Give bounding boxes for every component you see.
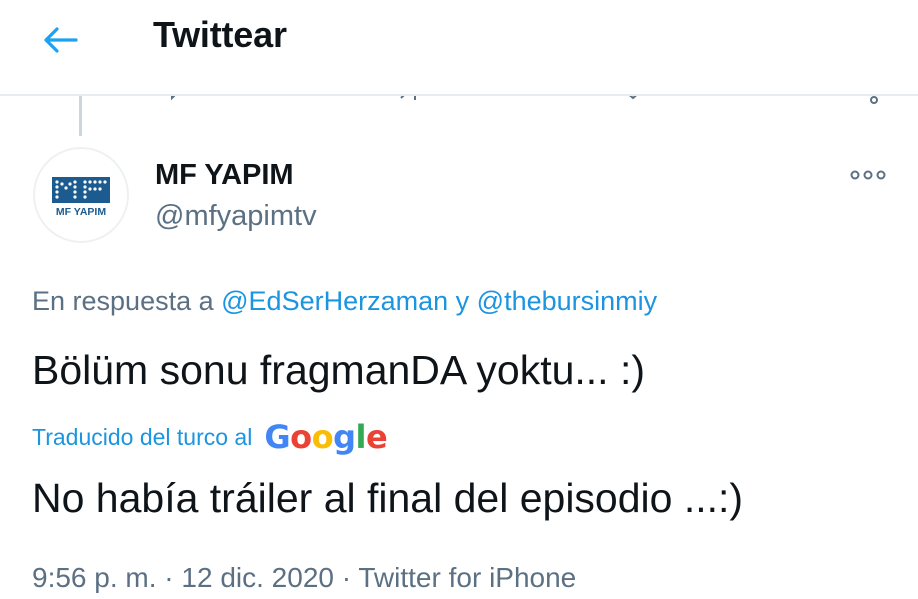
reply-prefix: En respuesta a — [32, 286, 214, 316]
meta-separator: · — [164, 562, 174, 593]
mention-link[interactable]: @thebursinmiy — [477, 286, 657, 316]
google-logo: Google — [264, 418, 387, 456]
translation-attribution: Traducido del turco al Google — [32, 417, 388, 457]
user-handle[interactable]: @mfyapimtv — [155, 200, 317, 233]
tweet-time[interactable]: 9:56 p. m. — [32, 562, 157, 593]
google-letter: g — [333, 418, 356, 456]
avatar[interactable]: MF YAPIM — [33, 147, 129, 243]
display-name[interactable]: MF YAPIM — [155, 159, 294, 192]
google-letter: G — [264, 418, 291, 456]
tweet-source-app[interactable]: Twitter for iPhone — [358, 562, 576, 593]
back-button[interactable] — [36, 20, 84, 60]
page-title: Twittear — [153, 14, 287, 55]
top-app-bar: Twittear — [0, 0, 918, 96]
translated-tweet-text: No había tráiler al final del episodio .… — [32, 475, 744, 521]
mention-link[interactable]: @EdSerHerzaman — [221, 286, 448, 316]
arrow-left-icon — [44, 27, 78, 53]
meta-separator: · — [341, 562, 352, 593]
google-letter: e — [365, 418, 388, 456]
google-letter: o — [311, 418, 334, 456]
more-options-button[interactable] — [848, 163, 888, 187]
svg-text:MF YAPIM: MF YAPIM — [56, 206, 106, 218]
mention-joiner: y — [455, 286, 470, 316]
tweet-date[interactable]: 12 dic. 2020 — [181, 562, 334, 593]
google-letter: l — [355, 418, 366, 456]
tweet-metadata: 9:56 p. m. · 12 dic. 2020 · Twitter for … — [32, 562, 576, 594]
reply-context: En respuesta a @EdSerHerzaman y @theburs… — [32, 286, 657, 317]
tweet-text: Bölüm sonu fragmanDA yoktu... :) — [32, 347, 645, 393]
translated-from-label[interactable]: Traducido del turco al — [32, 424, 252, 451]
mf-yapim-logo: MF YAPIM — [52, 177, 110, 218]
more-horizontal-icon — [850, 170, 886, 180]
google-letter: o — [290, 418, 312, 456]
tweet-detail-page: Twittear MF YAPIM MF YAPIM @mfyapimtv En… — [0, 0, 918, 599]
